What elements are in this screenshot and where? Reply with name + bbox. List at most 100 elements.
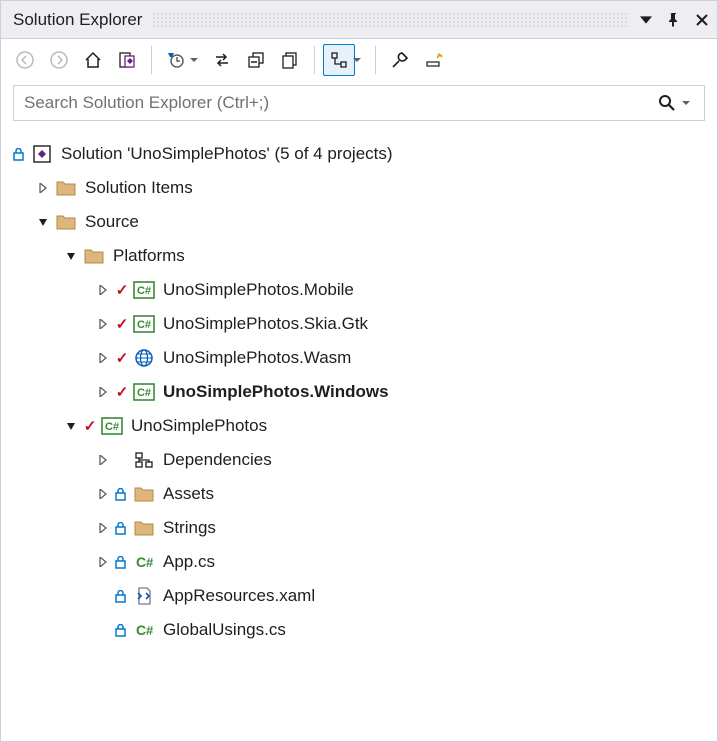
node-label: UnoSimplePhotos.Windows <box>163 382 389 402</box>
csharp-file-icon: C# <box>133 619 155 641</box>
collapse-icon[interactable] <box>63 248 79 264</box>
show-all-files-button[interactable] <box>274 44 306 76</box>
node-label: UnoSimplePhotos.Skia.Gtk <box>163 314 368 334</box>
separator <box>375 46 376 74</box>
globalusings-node[interactable]: C# GlobalUsings.cs <box>9 613 717 647</box>
folder-icon <box>83 245 105 267</box>
expand-icon[interactable] <box>95 554 111 570</box>
sync-button[interactable] <box>206 44 238 76</box>
csharp-icon: C# <box>101 415 123 437</box>
dependencies-node[interactable]: Dependencies <box>9 443 717 477</box>
folder-icon <box>55 177 77 199</box>
expand-icon[interactable] <box>95 452 111 468</box>
check-icon: ✓ <box>115 383 129 401</box>
appxaml-node[interactable]: AppResources.xaml <box>9 579 717 613</box>
node-label: UnoSimplePhotos.Mobile <box>163 280 354 300</box>
chevron-down-icon[interactable] <box>190 56 200 64</box>
expand-icon[interactable] <box>95 486 111 502</box>
lock-icon <box>13 148 27 161</box>
svg-text:C: C <box>136 554 146 570</box>
node-label: UnoSimplePhotos.Wasm <box>163 348 351 368</box>
svg-text:C: C <box>136 622 146 638</box>
search-box[interactable] <box>13 85 705 121</box>
preview-selected-button[interactable] <box>323 44 355 76</box>
strings-node[interactable]: Strings <box>9 511 717 545</box>
xaml-icon <box>133 585 155 607</box>
window-menu-button[interactable] <box>637 10 655 30</box>
solution-icon <box>31 143 53 165</box>
back-button[interactable] <box>9 44 41 76</box>
project-uno[interactable]: ✓ C# UnoSimplePhotos <box>9 409 717 443</box>
collapse-icon[interactable] <box>35 214 51 230</box>
project-windows[interactable]: ✓ C# UnoSimplePhotos.Windows <box>9 375 717 409</box>
node-label: Dependencies <box>163 450 272 470</box>
node-label: Solution 'UnoSimplePhotos' (5 of 4 proje… <box>61 144 393 164</box>
project-wasm[interactable]: ✓ UnoSimplePhotos.Wasm <box>9 341 717 375</box>
titlebar-grip[interactable] <box>152 12 629 28</box>
node-label: Strings <box>163 518 216 538</box>
folder-icon <box>133 517 155 539</box>
search-icon[interactable] <box>658 94 676 112</box>
switch-view-button[interactable] <box>111 44 143 76</box>
collapse-all-button[interactable] <box>240 44 272 76</box>
platforms-node[interactable]: Platforms <box>9 239 717 273</box>
svg-text:C#: C# <box>105 421 119 433</box>
window-controls <box>637 10 711 30</box>
project-mobile[interactable]: ✓ C# UnoSimplePhotos.Mobile <box>9 273 717 307</box>
check-icon: ✓ <box>115 315 129 333</box>
svg-text:#: # <box>146 555 154 570</box>
lock-icon <box>115 488 129 501</box>
panel-title: Solution Explorer <box>13 10 142 30</box>
node-label: Assets <box>163 484 214 504</box>
solution-tree: Solution 'UnoSimplePhotos' (5 of 4 proje… <box>1 129 717 647</box>
expand-icon[interactable] <box>95 316 111 332</box>
solution-items-node[interactable]: Solution Items <box>9 171 717 205</box>
separator <box>314 46 315 74</box>
titlebar: Solution Explorer <box>1 1 717 39</box>
expand-icon[interactable] <box>35 180 51 196</box>
expand-icon[interactable] <box>95 282 111 298</box>
properties-button[interactable] <box>384 44 416 76</box>
svg-text:C#: C# <box>137 319 151 331</box>
csharp-icon: C# <box>133 279 155 301</box>
filter-pending-button[interactable] <box>160 44 192 76</box>
folder-icon <box>133 483 155 505</box>
check-icon: ✓ <box>83 417 97 435</box>
node-label: AppResources.xaml <box>163 586 315 606</box>
forward-button[interactable] <box>43 44 75 76</box>
separator <box>151 46 152 74</box>
appcs-node[interactable]: C# App.cs <box>9 545 717 579</box>
node-label: App.cs <box>163 552 215 572</box>
collapse-icon[interactable] <box>63 418 79 434</box>
close-button[interactable] <box>693 10 711 30</box>
dependencies-icon <box>133 449 155 471</box>
node-label: Source <box>85 212 139 232</box>
lock-icon <box>115 590 129 603</box>
node-label: UnoSimplePhotos <box>131 416 267 436</box>
lock-icon <box>115 624 129 637</box>
source-node[interactable]: Source <box>9 205 717 239</box>
home-button[interactable] <box>77 44 109 76</box>
lock-icon <box>115 556 129 569</box>
pin-button[interactable] <box>665 10 683 30</box>
svg-text:#: # <box>146 623 154 638</box>
svg-text:C#: C# <box>137 387 151 399</box>
node-label: Solution Items <box>85 178 193 198</box>
solution-node[interactable]: Solution 'UnoSimplePhotos' (5 of 4 proje… <box>9 137 717 171</box>
csharp-file-icon: C# <box>133 551 155 573</box>
chevron-down-icon[interactable] <box>682 99 692 107</box>
search-input[interactable] <box>24 93 658 113</box>
preview-button[interactable] <box>418 44 450 76</box>
expand-icon[interactable] <box>95 520 111 536</box>
assets-node[interactable]: Assets <box>9 477 717 511</box>
chevron-down-icon[interactable] <box>353 56 363 64</box>
expand-icon[interactable] <box>95 384 111 400</box>
globe-icon <box>133 347 155 369</box>
check-icon: ✓ <box>115 281 129 299</box>
project-skia[interactable]: ✓ C# UnoSimplePhotos.Skia.Gtk <box>9 307 717 341</box>
csharp-icon: C# <box>133 381 155 403</box>
check-icon: ✓ <box>115 349 129 367</box>
lock-icon <box>115 522 129 535</box>
expand-icon[interactable] <box>95 350 111 366</box>
toolbar <box>1 39 717 81</box>
